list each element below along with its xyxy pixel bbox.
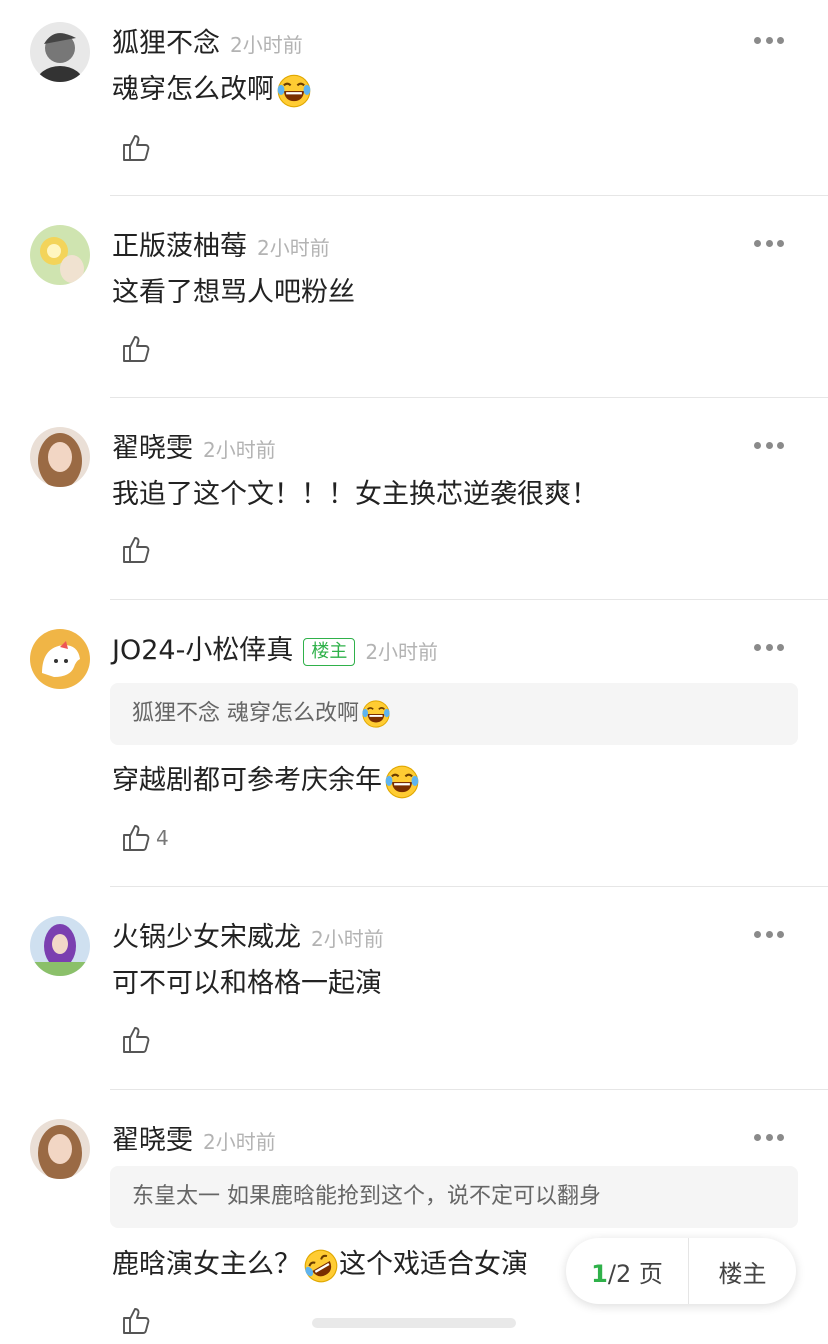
username[interactable]: 正版菠柚莓 2小时前	[112, 229, 330, 266]
author-badge: 楼主	[303, 637, 356, 666]
username-text[interactable]: 翟晓雯	[112, 433, 193, 464]
username-text[interactable]: 狐狸不念	[112, 28, 220, 59]
quoted-author[interactable]: 东皇太一	[132, 1184, 220, 1209]
username[interactable]: 翟晓雯 2小时前	[112, 1123, 276, 1160]
like-button[interactable]	[120, 333, 152, 365]
username-text[interactable]: 火锅少女宋威龙	[112, 922, 301, 953]
comment-text: 这看了想骂人吧粉丝	[112, 277, 355, 308]
more-icon[interactable]	[754, 435, 784, 455]
quoted-author[interactable]: 狐狸不念	[132, 701, 220, 726]
divider	[110, 195, 828, 196]
laugh-cry-emoji	[384, 764, 420, 800]
rofl-emoji	[303, 1248, 339, 1284]
home-indicator	[312, 1318, 516, 1328]
comment-text: 穿越剧都可参考庆余年	[112, 761, 420, 801]
thumbs-up-icon	[120, 333, 152, 365]
avatar[interactable]	[30, 22, 90, 82]
divider	[110, 599, 828, 600]
username[interactable]: JO24-小松倖真 楼主 2小时前	[112, 633, 438, 670]
username-text[interactable]: 正版菠柚莓	[112, 231, 247, 262]
timestamp: 2小时前	[365, 639, 439, 664]
like-count: 4	[156, 826, 169, 850]
like-button[interactable]	[120, 1305, 152, 1337]
timestamp: 2小时前	[203, 1129, 276, 1154]
like-button[interactable]	[120, 1024, 152, 1056]
username[interactable]: 翟晓雯 2小时前	[112, 431, 276, 468]
more-icon[interactable]	[754, 30, 784, 50]
quoted-text: 如果鹿晗能抢到这个，说不定可以翻身	[227, 1184, 602, 1209]
avatar[interactable]	[30, 225, 90, 285]
more-icon[interactable]	[754, 1127, 784, 1147]
comment-text: 我追了这个文！！！女主换芯逆袭很爽！	[112, 479, 598, 510]
timestamp: 2小时前	[203, 437, 276, 462]
avatar[interactable]	[30, 916, 90, 976]
more-icon[interactable]	[754, 924, 784, 944]
divider	[110, 397, 828, 398]
comment-text: 可不可以和格格一起演	[112, 968, 382, 999]
only-author-button[interactable]: 楼主	[689, 1254, 796, 1289]
quoted-reply[interactable]: 东皇太一 如果鹿晗能抢到这个，说不定可以翻身	[110, 1166, 798, 1228]
username[interactable]: 火锅少女宋威龙 2小时前	[112, 920, 384, 957]
username-text[interactable]: JO24-小松倖真	[112, 635, 293, 666]
comment-text: 鹿晗演女主么？ 这个戏适合女演	[112, 1245, 528, 1285]
thumbs-up-icon	[120, 822, 152, 854]
like-button[interactable]	[120, 534, 152, 566]
like-button[interactable]: 4	[120, 822, 169, 854]
username-text[interactable]: 翟晓雯	[112, 1125, 193, 1156]
divider	[110, 1089, 828, 1090]
floating-pager: 1/2 页 楼主	[566, 1238, 796, 1304]
laugh-cry-emoji	[276, 73, 312, 109]
comment-text: 魂穿怎么改啊	[112, 70, 312, 110]
thumbs-up-icon	[120, 1024, 152, 1056]
timestamp: 2小时前	[311, 926, 384, 951]
quoted-text: 魂穿怎么改啊	[227, 701, 360, 726]
username[interactable]: 狐狸不念 2小时前	[112, 26, 303, 63]
quoted-reply[interactable]: 狐狸不念 魂穿怎么改啊	[110, 683, 798, 745]
timestamp: 2小时前	[257, 235, 330, 260]
divider	[110, 886, 828, 887]
avatar[interactable]	[30, 427, 90, 487]
thumbs-up-icon	[120, 132, 152, 164]
more-icon[interactable]	[754, 637, 784, 657]
more-icon[interactable]	[754, 233, 784, 253]
thumbs-up-icon	[120, 534, 152, 566]
like-button[interactable]	[120, 132, 152, 164]
page-indicator[interactable]: 1/2 页	[566, 1254, 688, 1289]
laugh-cry-emoji	[361, 699, 391, 729]
thumbs-up-icon	[120, 1305, 152, 1337]
timestamp: 2小时前	[230, 32, 303, 57]
avatar[interactable]	[30, 629, 90, 689]
avatar[interactable]	[30, 1119, 90, 1179]
